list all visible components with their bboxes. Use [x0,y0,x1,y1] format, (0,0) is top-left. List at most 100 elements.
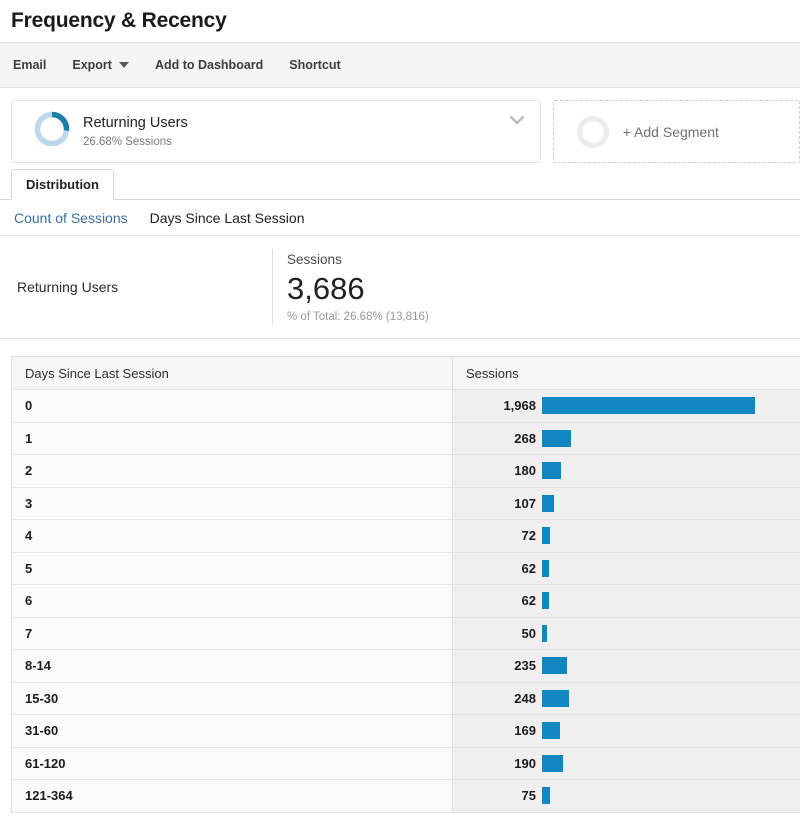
table-row[interactable]: 7 50 [12,617,800,650]
table-cell-sessions: 107 [453,487,800,520]
segment-card-returning-users[interactable]: Returning Users 26.68% Sessions [11,100,541,163]
summary-metric-percent-of-total: % of Total: 26.68% (13,816) [287,310,429,323]
column-header-sessions[interactable]: Sessions [453,357,800,390]
table-row[interactable]: 0 1,968 [12,390,800,423]
sessions-bar [542,592,549,610]
sessions-bar [542,722,560,740]
table-row[interactable]: 8-14 235 [12,650,800,683]
page-title: Frequency & Recency [11,9,227,32]
table-cell-sessions: 190 [453,747,800,780]
table-cell-sessions: 268 [453,422,800,455]
table-cell-sessions-value: 235 [514,658,536,674]
table-cell-dimension: 6 [12,585,453,618]
export-button[interactable]: Export [72,58,129,72]
table-row[interactable]: 2 180 [12,455,800,488]
export-button-label: Export [72,58,112,72]
summary-metric-value: 3,686 [287,270,365,306]
table-cell-dimension: 121-364 [12,780,453,813]
table-cell-sessions: 62 [453,552,800,585]
table-cell-sessions-value: 62 [521,560,536,576]
table-cell-dimension: 61-120 [12,747,453,780]
page-title-bar: Frequency & Recency [0,0,800,42]
sessions-bar [542,429,571,447]
table-row[interactable]: 1 268 [12,422,800,455]
add-to-dashboard-button[interactable]: Add to Dashboard [155,58,263,72]
summary-metric-name: Sessions [287,251,342,267]
table-cell-sessions: 50 [453,617,800,650]
segment-name: Returning Users [83,114,188,131]
table-cell-sessions: 72 [453,520,800,553]
segment-sub-label: 26.68% Sessions [83,135,172,148]
shortcut-button-label: Shortcut [289,58,341,72]
table-cell-dimension: 7 [12,617,453,650]
sessions-bar [542,462,561,480]
table-cell-sessions: 248 [453,682,800,715]
table-cell-sessions-value: 268 [514,430,536,446]
table-cell-sessions: 62 [453,585,800,618]
sessions-bar [542,689,569,707]
sessions-bar [542,397,755,415]
table-row[interactable]: 31-60 169 [12,715,800,748]
summary-segment-label: Returning Users [17,279,119,295]
table-cell-dimension: 1 [12,422,453,455]
table-cell-dimension: 8-14 [12,650,453,683]
table-cell-sessions: 169 [453,715,800,748]
table-cell-sessions-value: 180 [514,463,536,479]
segment-donut-icon [33,110,71,153]
email-button-label: Email [13,58,47,72]
table-row[interactable]: 3 107 [12,487,800,520]
table-cell-sessions-value: 190 [514,755,536,771]
table-cell-sessions-value: 248 [514,690,536,706]
table-cell-sessions-value: 107 [514,495,536,511]
donut-outline-icon [576,115,609,148]
table-cell-dimension: 5 [12,552,453,585]
sessions-bar [542,754,563,772]
table-row[interactable]: 61-120 190 [12,747,800,780]
table-cell-sessions-value: 1,968 [503,398,536,414]
subtab-count-of-sessions[interactable]: Count of Sessions [14,210,128,226]
sessions-bar [542,494,554,512]
table-cell-dimension: 0 [12,390,453,423]
add-segment-button[interactable]: + Add Segment [552,100,800,163]
report-tab-strip: Distribution [0,168,800,200]
table-header-row: Days Since Last Session Sessions [12,357,800,390]
table-cell-sessions: 75 [453,780,800,813]
table-cell-sessions: 1,968 [453,390,800,423]
shortcut-button[interactable]: Shortcut [289,58,340,72]
add-segment-label: + Add Segment [622,123,719,140]
report-toolbar: Email Export Add to Dashboard Shortcut [0,42,800,88]
sessions-bar [542,624,547,642]
table-cell-dimension: 31-60 [12,715,453,748]
table-cell-sessions-value: 62 [521,593,536,609]
distribution-table: Days Since Last Session Sessions 0 1,968 1… [11,356,800,813]
table-cell-sessions: 235 [453,650,800,683]
summary-metric-block: Sessions 3,686 % of Total: 26.68% (13,81… [272,249,429,325]
tab-distribution-label: Distribution [26,177,99,192]
table-cell-sessions-value: 75 [521,788,536,804]
table-cell-dimension: 2 [12,455,453,488]
subtab-count-of-sessions-label: Count of Sessions [14,209,128,226]
email-button[interactable]: Email [13,58,46,72]
table-cell-dimension: 3 [12,487,453,520]
segment-expand-chevron-down-icon[interactable] [506,109,528,131]
subtab-days-since-last-session-label: Days Since Last Session [149,209,305,226]
sessions-bar [542,527,550,545]
sessions-bar [542,559,549,577]
segment-card-texts: Returning Users 26.68% Sessions [83,114,188,150]
table-cell-sessions: 180 [453,455,800,488]
tab-distribution[interactable]: Distribution [11,169,114,200]
table-cell-dimension: 4 [12,520,453,553]
table-row[interactable]: 4 72 [12,520,800,553]
table-cell-dimension: 15-30 [12,682,453,715]
table-row[interactable]: 5 62 [12,552,800,585]
sessions-bar [542,787,550,805]
table-row[interactable]: 121-364 75 [12,780,800,813]
table-cell-sessions-value: 169 [514,723,536,739]
subtab-days-since-last-session[interactable]: Days Since Last Session [150,210,305,226]
segment-bar: Returning Users 26.68% Sessions + Add Se… [0,88,800,168]
metric-summary: Returning Users Sessions 3,686 % of Tota… [0,236,800,339]
chevron-down-icon [118,62,129,68]
table-row[interactable]: 15-30 248 [12,682,800,715]
table-row[interactable]: 6 62 [12,585,800,618]
column-header-days-since-last-session[interactable]: Days Since Last Session [12,357,453,390]
